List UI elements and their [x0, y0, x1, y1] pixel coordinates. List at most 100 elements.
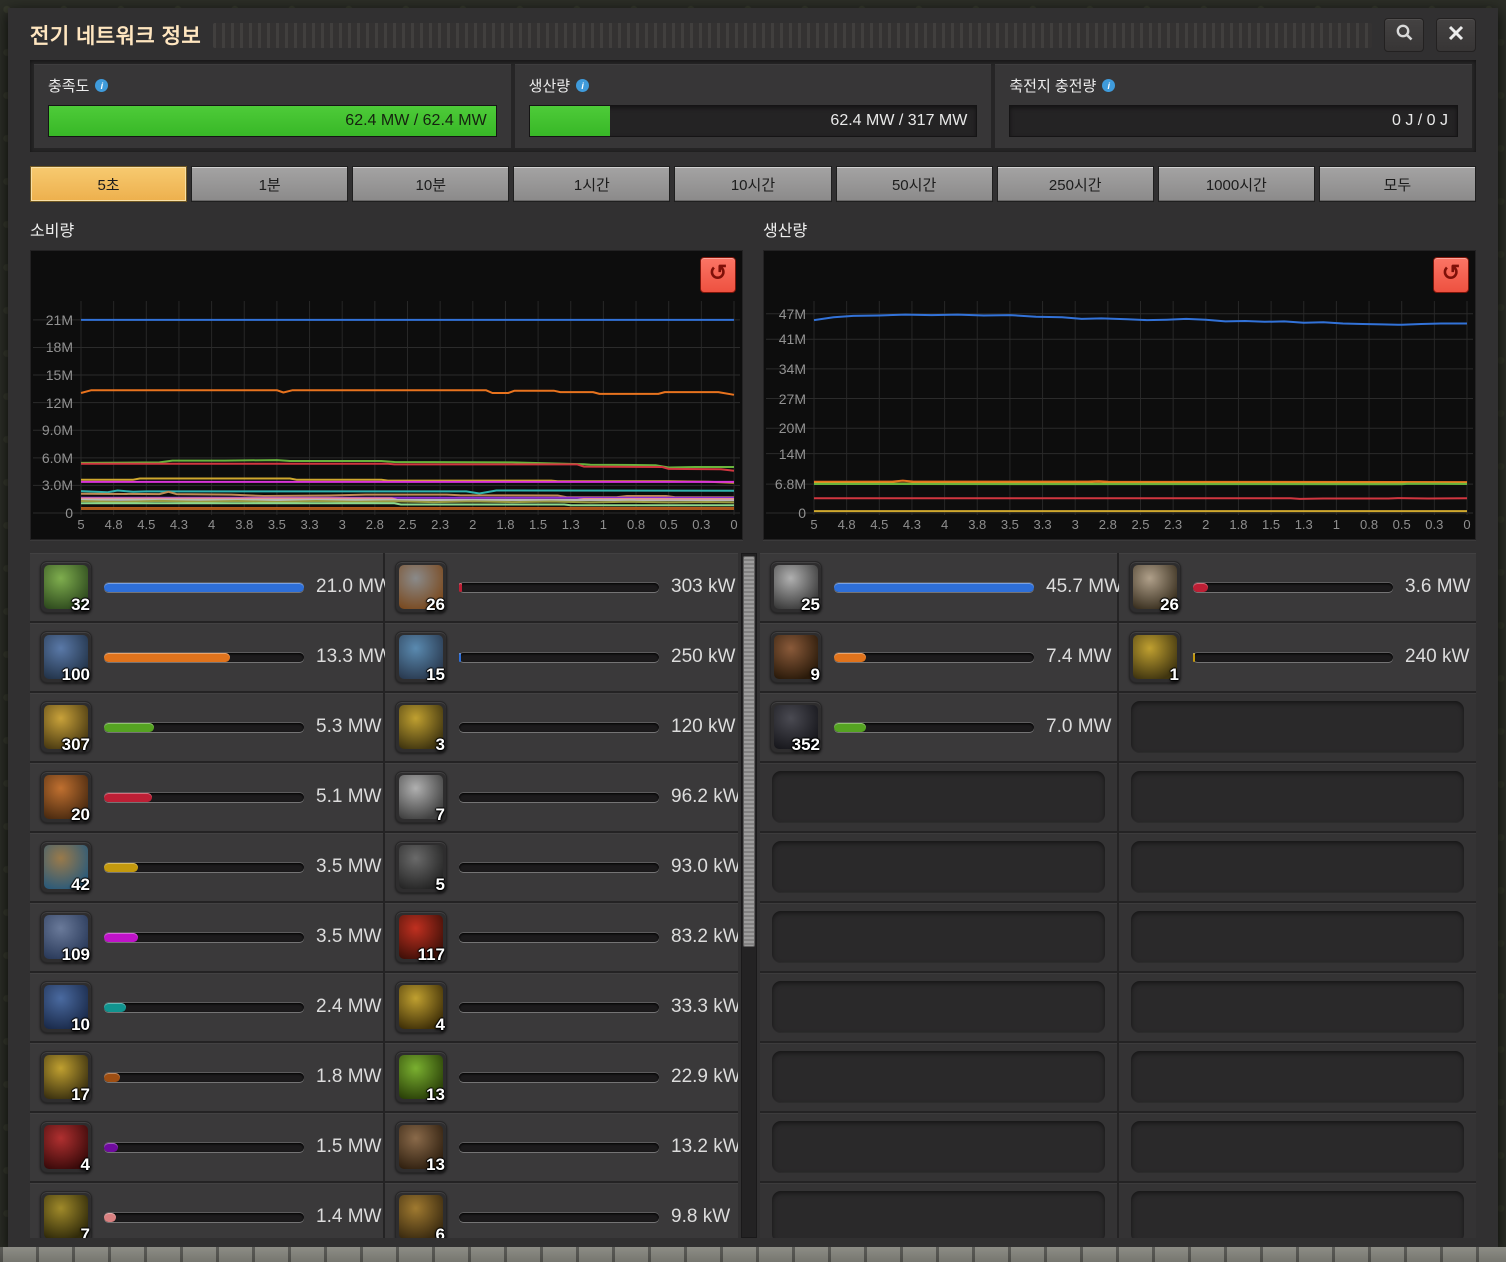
consumer-row[interactable]: 4 1.5 MW [30, 1113, 383, 1181]
usage-value: 120 kW [671, 716, 736, 737]
time-button-2[interactable]: 10분 [352, 166, 510, 202]
consumer-row[interactable]: 7 96.2 kW [385, 763, 738, 831]
entity-count: 4 [435, 1015, 445, 1034]
consumer-row[interactable]: 13 13.2 kW [385, 1113, 738, 1181]
empty-slot [760, 1043, 1117, 1111]
y-axis-label: 47M [778, 305, 806, 322]
consumer-row[interactable]: 42 3.5 MW [30, 833, 383, 901]
usage-bar [459, 722, 659, 732]
consumer-row[interactable]: 3 120 kW [385, 693, 738, 761]
accumulator-bar: 0 J / 0 J [1009, 105, 1459, 137]
usage-bar [104, 1212, 304, 1222]
blue-parts-icon: 15 [395, 631, 447, 684]
production-label: 생산량 [528, 78, 571, 95]
usage-value: 7.4 MW [1046, 646, 1112, 667]
time-button-3[interactable]: 1시간 [513, 166, 671, 202]
y-axis-label: 15M [45, 367, 73, 384]
consumption-chart: ↺ 21M 18M 15M 12M 9.0M 6.0M 3.0M 0 5 4.8 4.5 4.3 4 3… [30, 250, 743, 540]
producer-row[interactable]: 1 240 kW [1119, 623, 1476, 691]
y-axis-label: 12M [45, 394, 73, 411]
consumers-list: 32 21.0 MW 100 13.3 MW 307 5.3 MW 20 5.1 MW 42 3.… [30, 553, 738, 1238]
consumer-row[interactable]: 117 83.2 kW [385, 903, 738, 971]
entity-count: 1 [1169, 665, 1179, 684]
reset-icon: ↺ [1441, 260, 1461, 285]
electric-network-info-window: 전기 네트워크 정보 충족도 i 62.4 MW / 62.4 MW 생산량 i… [8, 8, 1498, 1248]
time-button-8[interactable]: 모두 [1318, 166, 1476, 202]
production-value: 62.4 MW / 317 MW [830, 112, 968, 129]
usage-bar [104, 582, 304, 592]
info-icon[interactable]: i [95, 79, 109, 92]
empty-slot [760, 973, 1117, 1041]
y-axis-label: 3.0M [41, 477, 73, 494]
empty-slot [1119, 1183, 1476, 1238]
usage-value: 1.5 MW [316, 1136, 382, 1157]
brown-yellow-machine-icon: 6 [395, 1191, 447, 1238]
chart-reset-button[interactable]: ↺ [1433, 257, 1469, 293]
usage-bar [104, 1002, 304, 1012]
producer-row[interactable]: 352 7.0 MW [760, 693, 1117, 761]
usage-bar [104, 1142, 304, 1152]
consumer-row[interactable]: 307 5.3 MW [30, 693, 383, 761]
info-icon[interactable]: i [576, 79, 590, 92]
time-button-7[interactable]: 1000시간 [1157, 166, 1315, 202]
usage-value: 3.6 MW [1405, 576, 1471, 597]
series-red [814, 497, 1468, 500]
chart-reset-button[interactable]: ↺ [700, 257, 736, 293]
entity-count: 20 [71, 805, 90, 824]
usage-value: 96.2 kW [671, 786, 738, 807]
consumer-row[interactable]: 4 33.3 kW [385, 973, 738, 1041]
entity-count: 42 [71, 875, 90, 894]
production-plot-area: 47M 41M 34M 27M 20M 14M 6.8M 0 [764, 297, 1475, 521]
time-button-6[interactable]: 250시간 [996, 166, 1154, 202]
usage-bar [459, 1002, 659, 1012]
y-axis-label: 9.0M [41, 422, 73, 439]
consumer-row[interactable]: 6 9.8 kW [385, 1183, 738, 1238]
info-icon[interactable]: i [1102, 79, 1116, 92]
close-button[interactable] [1436, 18, 1476, 52]
consumer-row[interactable]: 100 13.3 MW [30, 623, 392, 691]
entity-lists: 32 21.0 MW 100 13.3 MW 307 5.3 MW 20 5.1 MW 42 3.… [30, 553, 1476, 1238]
consumer-row[interactable]: 109 3.5 MW [30, 903, 383, 971]
scrollbar-thumb[interactable] [743, 556, 755, 948]
time-button-4[interactable]: 10시간 [674, 166, 832, 202]
consumer-row[interactable]: 5 93.0 kW [385, 833, 738, 901]
time-button-1[interactable]: 1분 [191, 166, 349, 202]
entity-count: 13 [426, 1085, 445, 1104]
consumer-row[interactable]: 20 5.1 MW [30, 763, 383, 831]
empty-slot [1119, 693, 1476, 761]
entity-count: 13 [426, 1155, 445, 1174]
charts-row: 소비량 ↺ 21M 18M 15M 12M 9.0M 6.0M 3.0M 0 5 4.8 4.5 4… [30, 215, 1476, 540]
consumer-row[interactable]: 17 1.8 MW [30, 1043, 383, 1111]
satisfaction-stat: 충족도 i 62.4 MW / 62.4 MW [34, 64, 511, 148]
usage-bar [104, 792, 304, 802]
consumption-chart-title: 소비량 [30, 223, 75, 240]
entity-count: 26 [426, 595, 445, 614]
usage-bar [459, 1072, 659, 1082]
accumulator-label: 축전지 충전량 [1009, 78, 1097, 95]
consumer-row[interactable]: 10 2.4 MW [30, 973, 383, 1041]
producer-row[interactable]: 9 7.4 MW [760, 623, 1117, 691]
producer-row[interactable]: 26 3.6 MW [1119, 553, 1476, 621]
search-button[interactable] [1384, 18, 1424, 52]
usage-value: 3.5 MW [316, 926, 382, 947]
producer-row[interactable]: 25 45.7 MW [760, 553, 1122, 621]
usage-bar [834, 722, 1034, 732]
entity-count: 7 [80, 1225, 90, 1238]
production-bar: 62.4 MW / 317 MW [528, 105, 978, 137]
consumer-row[interactable]: 7 1.4 MW [30, 1183, 383, 1238]
y-axis-label: 20M [778, 420, 806, 437]
consumer-row[interactable]: 26 303 kW [385, 553, 738, 621]
yellow-pump-icon: 1 [1129, 631, 1181, 684]
entity-count: 352 [791, 735, 820, 754]
titlebar-drag-grip[interactable] [213, 22, 1372, 48]
consumer-row[interactable]: 32 21.0 MW [30, 553, 392, 621]
time-button-0[interactable]: 5초 [30, 166, 188, 202]
reset-icon: ↺ [708, 260, 728, 285]
time-button-5[interactable]: 50시간 [835, 166, 993, 202]
usage-value: 45.7 MW [1046, 576, 1123, 597]
consumer-row[interactable]: 15 250 kW [385, 623, 738, 691]
steam-engine-icon: 26 [1129, 561, 1181, 614]
usage-bar [459, 652, 659, 662]
consumer-row[interactable]: 13 22.9 kW [385, 1043, 738, 1111]
list-scrollbar[interactable] [741, 553, 757, 1238]
